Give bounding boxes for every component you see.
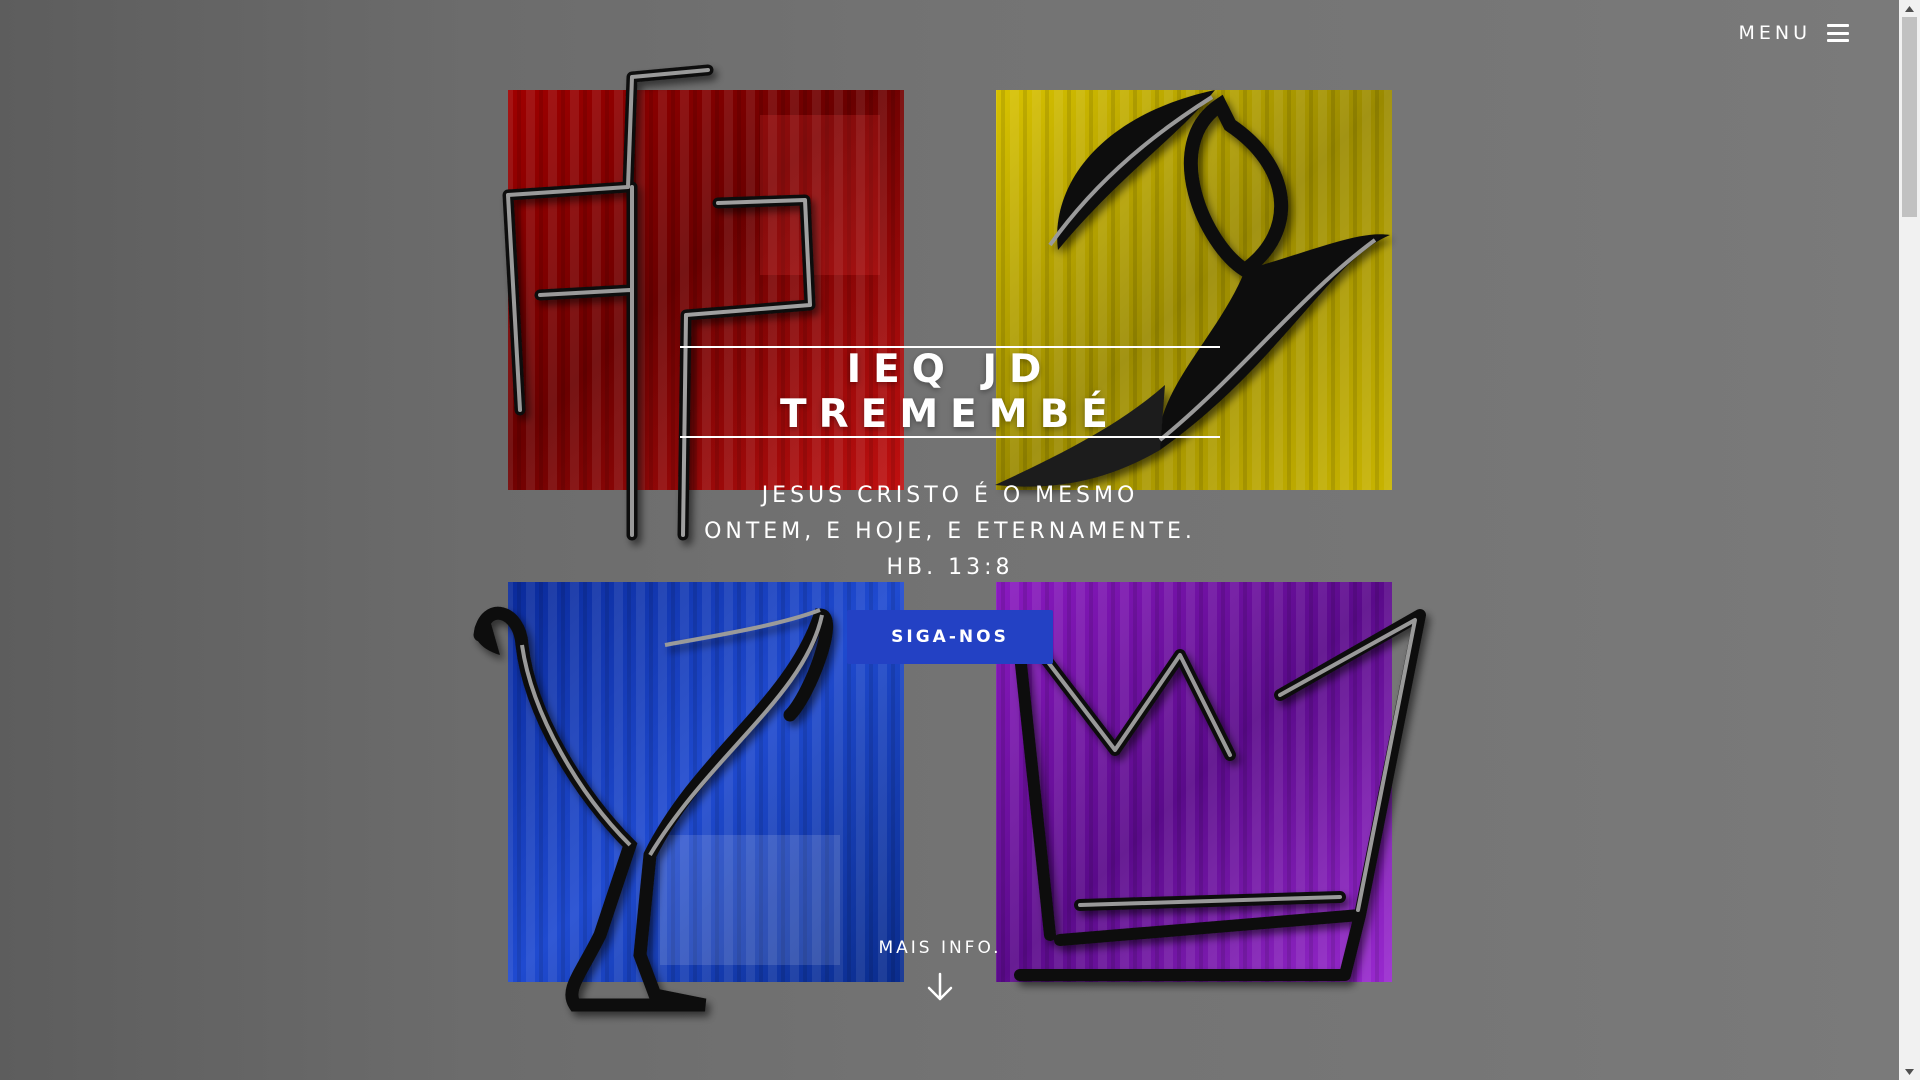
verse-line-1: JESUS CRISTO É O MESMO xyxy=(761,483,1139,508)
verse-text: JESUS CRISTO É O MESMO ONTEM, E HOJE, E … xyxy=(680,478,1220,586)
scroll-down-arrow-icon[interactable] xyxy=(1899,1063,1920,1080)
more-info-label: MAIS INFO. xyxy=(878,938,1002,958)
verse-reference: HB. 13:8 xyxy=(886,555,1014,580)
menu-label: MENU xyxy=(1738,22,1811,44)
vertical-scrollbar[interactable] xyxy=(1899,0,1920,1080)
more-info-link[interactable]: MAIS INFO. xyxy=(840,938,1040,1006)
scroll-up-arrow-icon[interactable] xyxy=(1899,0,1920,17)
title-frame: IEQ JD TREMEMBÉ xyxy=(680,346,1220,438)
hamburger-icon xyxy=(1827,24,1849,42)
arrow-down-icon[interactable] xyxy=(840,972,1040,1006)
scrollbar-thumb[interactable] xyxy=(1902,17,1917,217)
menu-button[interactable]: MENU xyxy=(1738,22,1849,44)
hero-section: MENU IEQ JD TREMEMBÉ JESUS CRISTO É O ME… xyxy=(0,0,1899,1080)
follow-us-button[interactable]: SIGA-NOS xyxy=(847,610,1053,664)
hero-content: IEQ JD TREMEMBÉ JESUS CRISTO É O MESMO O… xyxy=(680,346,1220,664)
page-title: IEQ JD TREMEMBÉ xyxy=(780,347,1120,437)
verse-line-2: ONTEM, E HOJE, E ETERNAMENTE. xyxy=(704,519,1196,544)
